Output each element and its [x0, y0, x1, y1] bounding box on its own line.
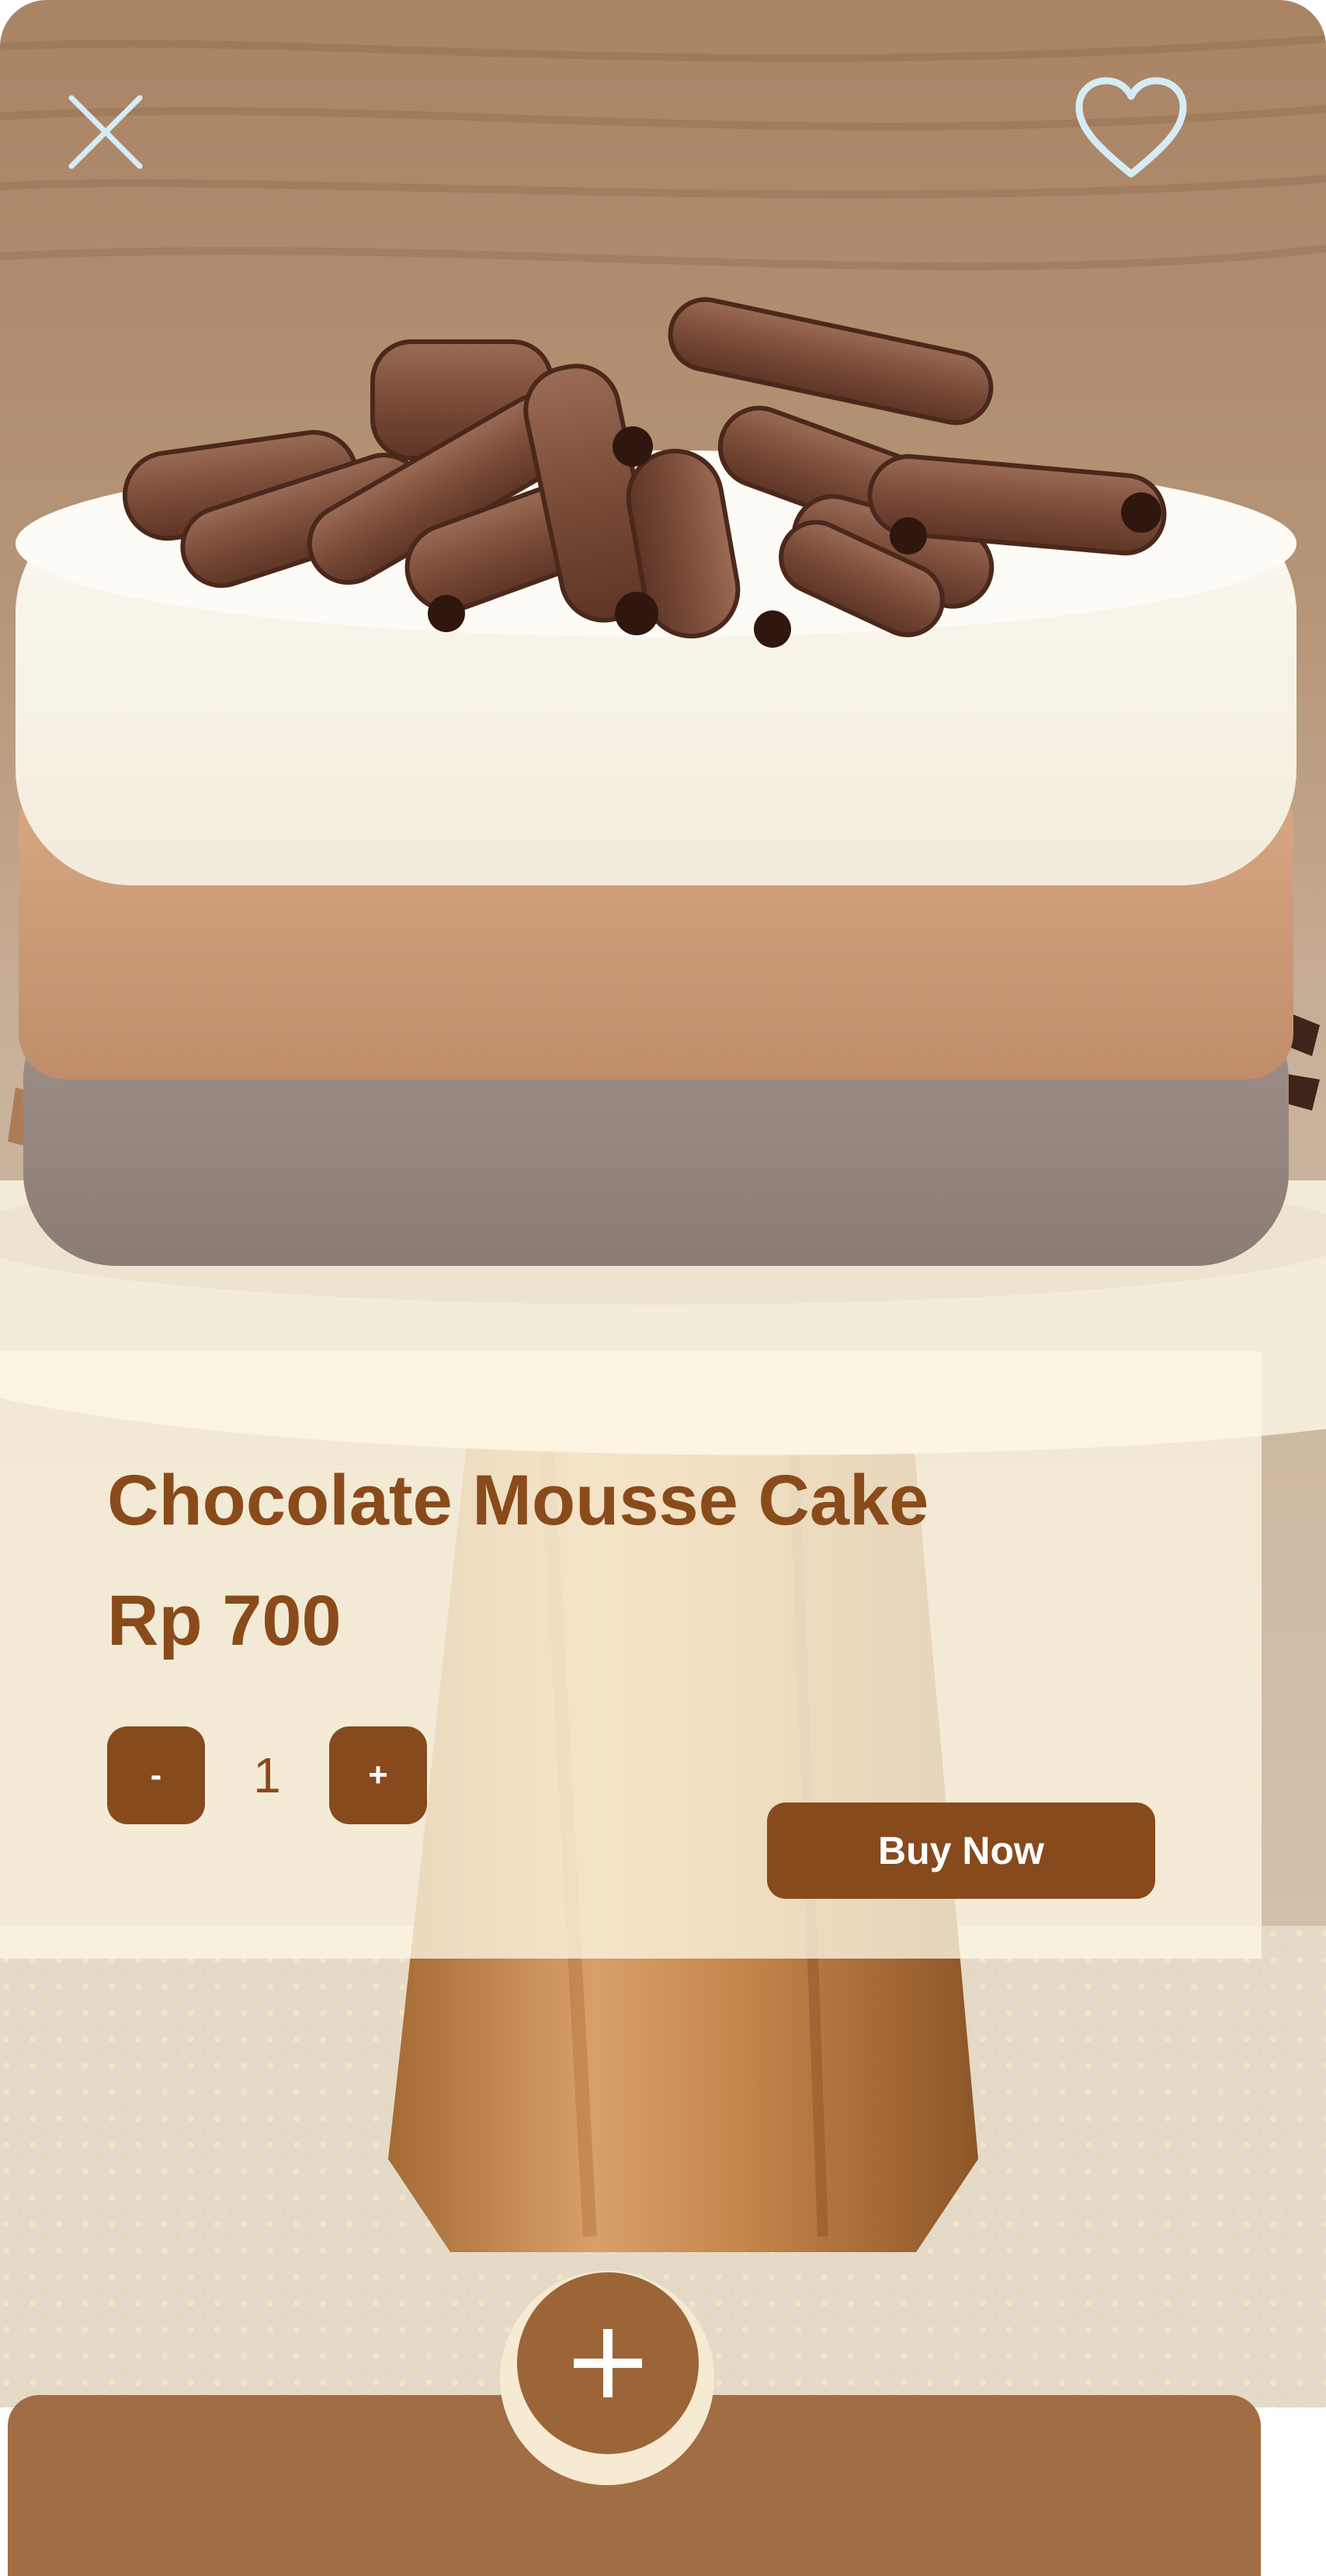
increase-quantity-button[interactable]: +	[329, 1726, 427, 1824]
quantity-value: 1	[253, 1747, 281, 1803]
product-price: Rp 700	[107, 1581, 342, 1660]
product-detail-screen: Chocolate Mousse Cake Rp 700 - 1 + Buy N…	[0, 0, 1326, 2576]
plus-icon	[574, 2329, 642, 2397]
close-button[interactable]	[67, 93, 144, 171]
favorite-button[interactable]	[1073, 75, 1189, 183]
close-icon	[68, 95, 143, 169]
product-photo	[0, 0, 1326, 2407]
add-button[interactable]	[517, 2272, 699, 2454]
product-name: Chocolate Mousse Cake	[107, 1461, 929, 1540]
buy-now-button[interactable]: Buy Now	[767, 1803, 1155, 1899]
heart-outline-icon	[1075, 77, 1187, 178]
decrease-quantity-button[interactable]: -	[107, 1726, 205, 1824]
